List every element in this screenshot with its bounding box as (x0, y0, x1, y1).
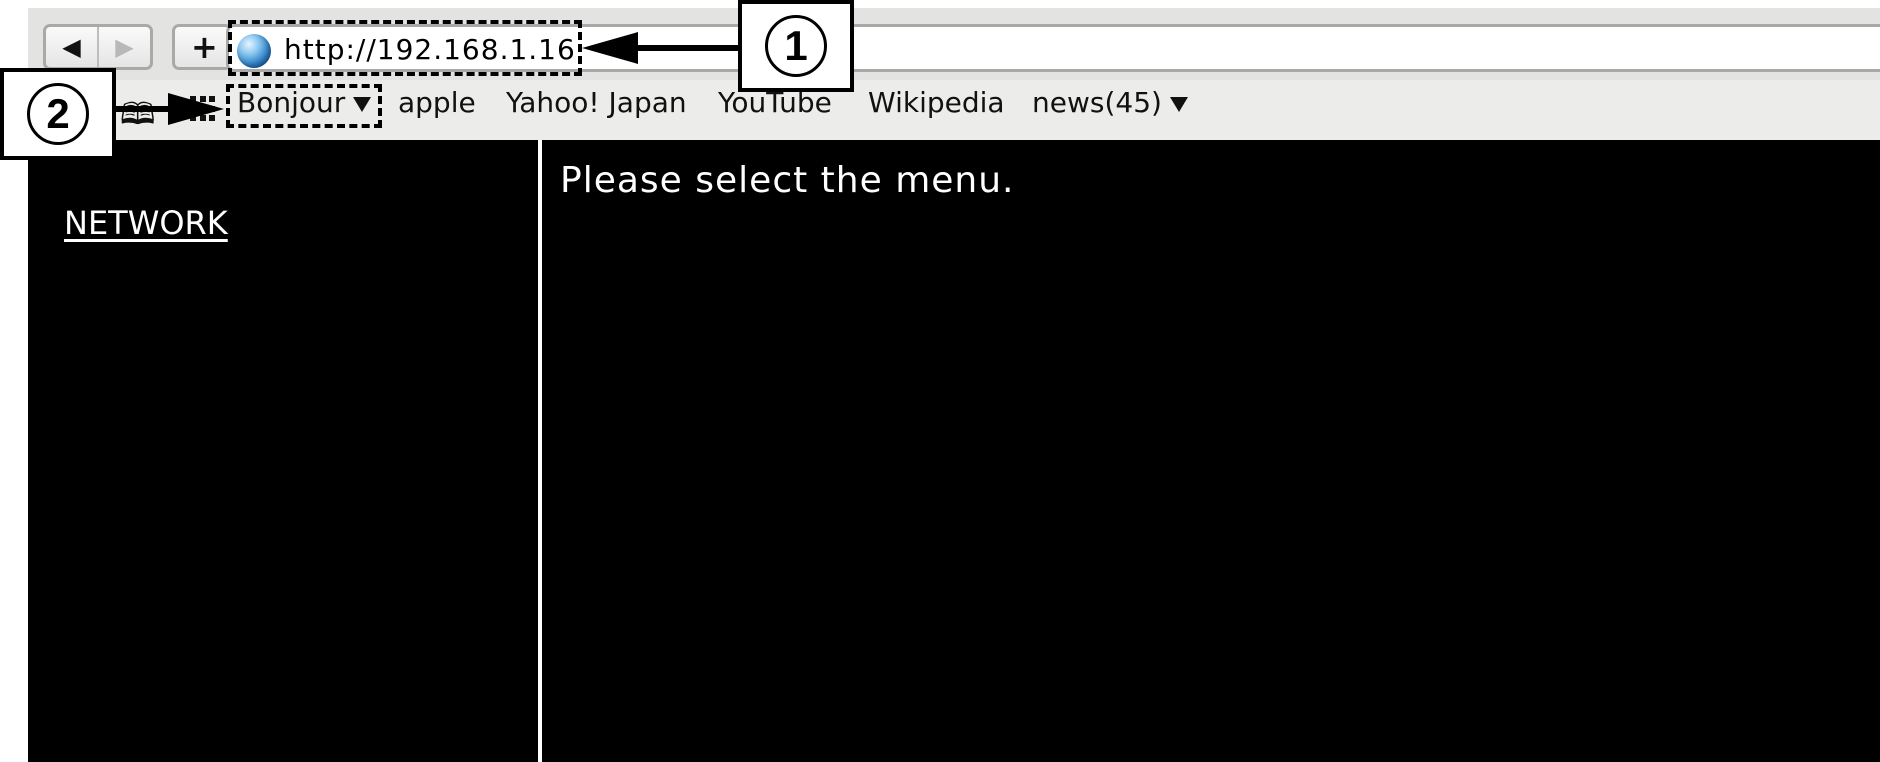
callout-2-arrow-line (112, 106, 174, 112)
instruction-message: Please select the menu. (560, 160, 1015, 201)
dropdown-arrow-icon (1169, 96, 1188, 112)
bookmark-wikipedia[interactable]: Wikipedia (868, 86, 1005, 119)
network-menu-link[interactable]: NETWORK (64, 204, 228, 242)
callout-1: 1 (738, 0, 854, 92)
bookmark-apple[interactable]: apple (398, 86, 476, 119)
content-pane (542, 140, 1880, 762)
add-bookmark-button[interactable]: + (172, 24, 232, 70)
back-arrow-icon: ◀ (62, 33, 81, 61)
plus-icon: + (191, 28, 218, 66)
back-button[interactable]: ◀ (46, 27, 97, 67)
forward-arrow-icon: ▶ (115, 33, 134, 61)
url-highlight-box (228, 20, 582, 76)
callout-1-arrow-line (630, 45, 740, 51)
callout-2: 2 (0, 68, 116, 160)
bonjour-highlight-box (226, 84, 382, 128)
book-icon[interactable]: 🕮 (120, 92, 155, 143)
callout-2-arrowhead (168, 93, 224, 125)
forward-button[interactable]: ▶ (97, 27, 150, 67)
screenshot: ◀ ▶ + http://192.168.1.16 🕮 Bonjour appl… (0, 0, 1880, 762)
bookmark-news[interactable]: news(45) (1032, 86, 1188, 119)
bookmark-yahoo-japan[interactable]: Yahoo! Japan (506, 86, 687, 119)
bookmark-label: news(45) (1032, 86, 1162, 119)
navigation-buttons: ◀ ▶ (43, 24, 153, 70)
callout-1-number: 1 (765, 15, 827, 77)
callout-2-number: 2 (27, 83, 89, 145)
